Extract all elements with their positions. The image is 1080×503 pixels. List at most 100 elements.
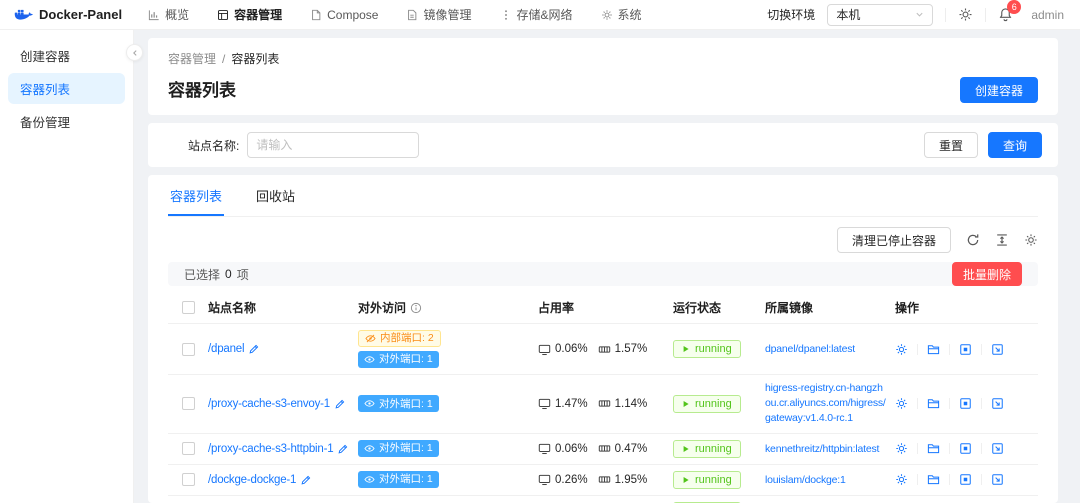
top-navbar: Docker-Panel 概览 容器管理 Compose 镜像管理 存储&网络 系统 切换… [0, 0, 1080, 30]
status-badge: running [673, 439, 741, 458]
info-circle-icon[interactable] [410, 302, 422, 314]
edit-name-button[interactable] [300, 474, 312, 486]
container-name-link[interactable]: /proxy-cache-s3-httpbin-1 [208, 443, 334, 455]
navbar-right: 切换环境 本机 6 admin [767, 0, 1064, 26]
nav-item-5[interactable]: 系统 [601, 6, 642, 23]
edit-name-button[interactable] [334, 398, 346, 410]
port-tag-blue[interactable]: 对外端口: 1 [358, 471, 439, 489]
container-icon [217, 9, 229, 21]
container-name-link[interactable]: /proxy-cache-s3-envoy-1 [208, 398, 330, 410]
port-tag-blue[interactable]: 对外端口: 1 [358, 395, 439, 413]
brand[interactable]: Docker-Panel [14, 7, 122, 22]
env-select[interactable]: 本机 [827, 3, 934, 26]
batch-delete-button[interactable]: 批量删除 [951, 262, 1022, 286]
cpu-usage: 1.47% [538, 397, 588, 410]
image-link[interactable]: kennethreitz/httpbin:latest [765, 442, 879, 457]
container-files-button[interactable] [927, 343, 940, 356]
container-table: 站点名称 对外访问 占用率 运行状态 所属镜像 操作 /dpanel 内部端口: … [168, 294, 1038, 503]
layout: 创建容器 容器列表 备份管理 容器管理 / 容器列表 容器列表 创建容器 站点名称:… [0, 30, 1080, 503]
container-files-button[interactable] [927, 473, 940, 486]
breadcrumb-parent[interactable]: 容器管理 [168, 50, 216, 67]
settings-gear-button[interactable] [958, 7, 973, 22]
container-log-button[interactable] [959, 343, 972, 356]
container-files-button[interactable] [927, 442, 940, 455]
env-switch-label: 切换环境 [767, 8, 816, 22]
page-title: 容器列表 [168, 81, 236, 100]
tab-1[interactable]: 回收站 [254, 175, 297, 216]
nav-item-1[interactable]: 容器管理 [217, 6, 282, 23]
docker-logo-icon [14, 7, 33, 22]
divider [949, 398, 950, 410]
memory-icon [598, 473, 611, 486]
tab-0[interactable]: 容器列表 [168, 175, 225, 216]
image-link[interactable]: louislam/dockge:1 [765, 473, 846, 488]
column-header-name: 站点名称 [208, 301, 257, 315]
notification-badge: 6 [1007, 0, 1022, 14]
column-height-icon[interactable] [995, 233, 1009, 247]
container-log-button[interactable] [959, 397, 972, 410]
port-tag-orange[interactable]: 内部端口: 2 [358, 330, 441, 347]
nav-item-4[interactable]: 存储&网络 [500, 6, 573, 23]
column-header-usage: 占用率 [538, 301, 575, 315]
cpu-icon [538, 473, 551, 486]
image-link[interactable]: higress-registry.cn-hangzhou.cr.aliyuncs… [765, 381, 887, 427]
container-files-button[interactable] [927, 397, 940, 410]
cpu-icon [538, 343, 551, 356]
system-gear-icon [601, 9, 613, 21]
table-settings-gear-icon[interactable] [1024, 233, 1038, 247]
table-row: /dockge-dockge-1 对外端口: 1 0.26% 1.95% running… [168, 465, 1038, 496]
memory-icon [598, 442, 611, 455]
clean-stopped-button[interactable]: 清理已停止容器 [836, 227, 951, 253]
search-button[interactable]: 查询 [987, 132, 1042, 158]
create-container-button[interactable]: 创建容器 [959, 77, 1038, 103]
table-header: 站点名称 对外访问 占用率 运行状态 所属镜像 操作 [168, 294, 1038, 324]
container-settings-button[interactable] [895, 397, 908, 410]
select-all-checkbox[interactable] [182, 301, 195, 314]
image-link[interactable]: dpanel/dpanel:latest [765, 342, 855, 357]
eye-icon [364, 474, 375, 485]
refresh-icon[interactable] [966, 233, 980, 247]
container-name-link[interactable]: /dockge-dockge-1 [208, 474, 296, 486]
memory-usage: 1.57% [598, 343, 647, 356]
sidebar-item-1[interactable]: 容器列表 [8, 73, 125, 104]
eye-icon [364, 443, 375, 454]
play-icon [682, 445, 690, 453]
sidebar-item-0[interactable]: 创建容器 [8, 40, 125, 71]
container-terminal-button[interactable] [991, 343, 1004, 356]
row-checkbox[interactable] [182, 473, 195, 487]
divider [981, 474, 982, 486]
selection-alert: 已选择 0 项 批量删除 [168, 262, 1038, 286]
chevron-left-icon [131, 49, 139, 57]
row-checkbox[interactable] [182, 442, 195, 456]
row-checkbox[interactable] [182, 342, 195, 356]
container-terminal-button[interactable] [991, 397, 1004, 410]
page-header: 容器管理 / 容器列表 容器列表 创建容器 [148, 38, 1058, 115]
port-tag-blue[interactable]: 对外端口: 1 [358, 440, 439, 458]
container-settings-button[interactable] [895, 442, 908, 455]
container-log-button[interactable] [959, 442, 972, 455]
reset-button[interactable]: 重置 [923, 132, 978, 158]
container-settings-button[interactable] [895, 343, 908, 356]
container-name-link[interactable]: /dpanel [208, 343, 245, 355]
sidebar-item-2[interactable]: 备份管理 [8, 106, 125, 137]
container-settings-button[interactable] [895, 473, 908, 486]
cpu-icon [538, 442, 551, 455]
row-checkbox[interactable] [182, 397, 195, 411]
container-terminal-button[interactable] [991, 473, 1004, 486]
nav-item-2[interactable]: Compose [310, 8, 378, 22]
container-terminal-button[interactable] [991, 442, 1004, 455]
container-log-button[interactable] [959, 473, 972, 486]
site-name-input[interactable] [247, 132, 420, 158]
nav-item-3[interactable]: 镜像管理 [406, 6, 472, 23]
username[interactable]: admin [1031, 8, 1064, 22]
column-header-image: 所属镜像 [765, 301, 814, 315]
image-icon [406, 9, 418, 21]
edit-name-button[interactable] [337, 443, 349, 455]
notification-bell-button[interactable]: 6 [998, 0, 1022, 22]
memory-icon [598, 343, 611, 356]
port-tag-blue[interactable]: 对外端口: 1 [358, 351, 439, 368]
table-row: /proxy-cache-s3-httpbin-1 对外端口: 1 0.06% 0.4… [168, 434, 1038, 465]
edit-name-button[interactable] [248, 343, 260, 355]
sidebar-collapse-button[interactable] [126, 44, 143, 61]
nav-item-0[interactable]: 概览 [148, 6, 189, 23]
